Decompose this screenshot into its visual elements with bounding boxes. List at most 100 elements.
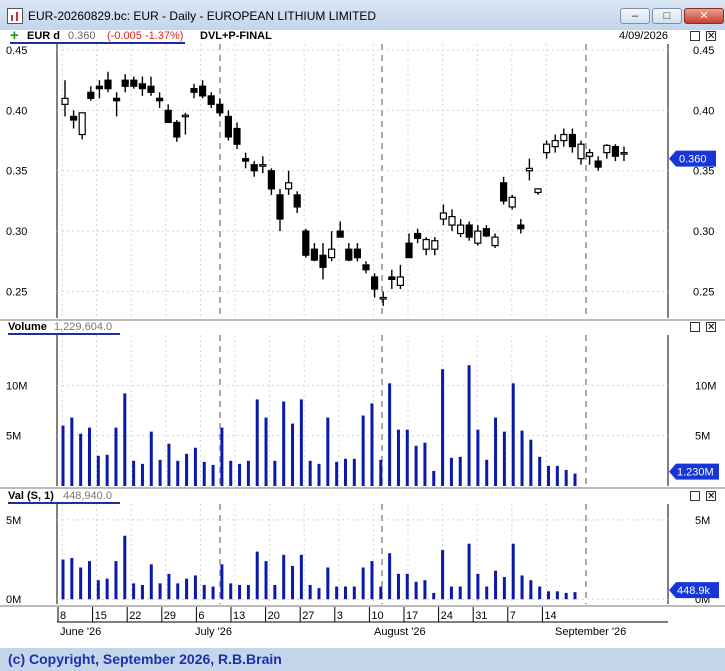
x-tick-label: 14 xyxy=(544,610,556,622)
candle-body-down xyxy=(388,276,396,280)
x-tick-label: 10 xyxy=(371,610,383,622)
candle-body-down xyxy=(130,79,138,87)
candle xyxy=(95,80,104,99)
month-label: June '26 xyxy=(60,626,101,638)
candle xyxy=(611,144,620,162)
chart-area: + EUR d 0.360 (-0.005 -1.37%) DVL+P-FINA… xyxy=(0,27,725,648)
candle-body-down xyxy=(371,276,379,290)
bar xyxy=(494,570,498,600)
bar xyxy=(238,463,242,486)
bar xyxy=(396,429,400,486)
candle xyxy=(190,83,198,99)
chart-app-icon xyxy=(7,8,23,24)
volume-tag-text: 1.230M xyxy=(677,467,714,479)
bar xyxy=(573,592,577,600)
val-title: Val (S, 1) xyxy=(8,490,54,502)
candle xyxy=(525,158,534,181)
x-tick-label: 27 xyxy=(302,610,314,622)
candle-body-up xyxy=(422,238,430,250)
bar xyxy=(61,559,65,600)
bar xyxy=(405,573,409,600)
x-tick-label: 31 xyxy=(475,610,487,622)
val-maximize-button[interactable] xyxy=(690,491,700,501)
bar xyxy=(441,369,445,486)
bar xyxy=(388,553,392,600)
candle-body-up xyxy=(508,196,516,208)
bar xyxy=(87,561,91,600)
bar xyxy=(476,573,480,600)
bar xyxy=(211,586,215,600)
x-tick-label: 29 xyxy=(164,610,176,622)
candle-body-up xyxy=(620,152,628,155)
bar xyxy=(132,583,136,600)
price-ytick-left: 0.45 xyxy=(6,45,27,57)
candle xyxy=(560,128,568,147)
minimize-button[interactable]: – xyxy=(620,8,650,24)
x-tick-label: 3 xyxy=(337,610,343,622)
copyright-text: (c) Copyright, September 2026, R.B.Brain xyxy=(8,651,282,667)
candle xyxy=(491,233,499,248)
candle xyxy=(534,188,542,195)
val-close-button[interactable]: ✕ xyxy=(706,491,716,502)
bar xyxy=(105,454,109,486)
candle xyxy=(474,225,482,246)
maximize-button[interactable]: □ xyxy=(652,8,682,24)
bar xyxy=(96,455,100,486)
bar xyxy=(520,430,524,486)
candle xyxy=(336,221,344,238)
candle xyxy=(577,140,585,165)
bar xyxy=(343,458,347,486)
candle-body-up xyxy=(259,164,267,167)
volume-close-button[interactable]: ✕ xyxy=(706,322,716,333)
candle xyxy=(431,237,439,256)
candle xyxy=(500,176,508,205)
candle-body-up xyxy=(285,182,293,190)
bar xyxy=(70,557,74,600)
bar xyxy=(564,592,568,600)
candle-body-down xyxy=(250,164,258,172)
bar xyxy=(185,453,189,486)
price-ytick-left: 0.30 xyxy=(6,226,27,238)
maximize-icon: □ xyxy=(663,10,671,22)
minimize-icon: – xyxy=(631,10,639,22)
candle-body-up xyxy=(448,216,456,226)
price-tag-text: 0.360 xyxy=(679,154,707,166)
close-icon: ✕ xyxy=(699,10,709,22)
bar xyxy=(132,460,136,486)
bar xyxy=(167,573,171,600)
candle-body-down xyxy=(405,242,413,259)
bar xyxy=(317,588,321,600)
month-label: September '26 xyxy=(555,626,626,638)
candle-body-down xyxy=(173,121,181,138)
bar xyxy=(520,575,524,600)
candle-body-up xyxy=(396,276,404,287)
candle xyxy=(465,221,473,241)
candle-body-down xyxy=(207,95,215,105)
close-button[interactable]: ✕ xyxy=(684,8,724,24)
candle xyxy=(302,228,310,258)
bar xyxy=(502,577,506,600)
candle-body-down xyxy=(517,224,525,230)
bar xyxy=(432,470,436,486)
candle xyxy=(482,225,490,238)
bar xyxy=(291,423,295,486)
volume-maximize-button[interactable] xyxy=(690,322,700,332)
bar xyxy=(264,561,268,600)
candle-body-down xyxy=(319,254,327,268)
candle xyxy=(156,92,164,108)
candle xyxy=(207,92,215,108)
x-tick-label: 22 xyxy=(129,610,141,622)
candle xyxy=(362,261,370,274)
candle xyxy=(328,231,336,262)
candle-body-down xyxy=(482,228,490,237)
x-tick-label: 6 xyxy=(198,610,204,622)
val-pane-header: Val (S, 1) 448,940.0 ✕ xyxy=(0,490,725,504)
volume-title: Volume xyxy=(8,321,47,333)
bar xyxy=(388,383,392,486)
bar xyxy=(158,459,162,486)
candle-body-up xyxy=(474,230,482,244)
bar xyxy=(449,586,453,600)
candle-body-down xyxy=(242,158,250,162)
candle-body-up xyxy=(585,152,594,157)
bar xyxy=(370,561,374,600)
